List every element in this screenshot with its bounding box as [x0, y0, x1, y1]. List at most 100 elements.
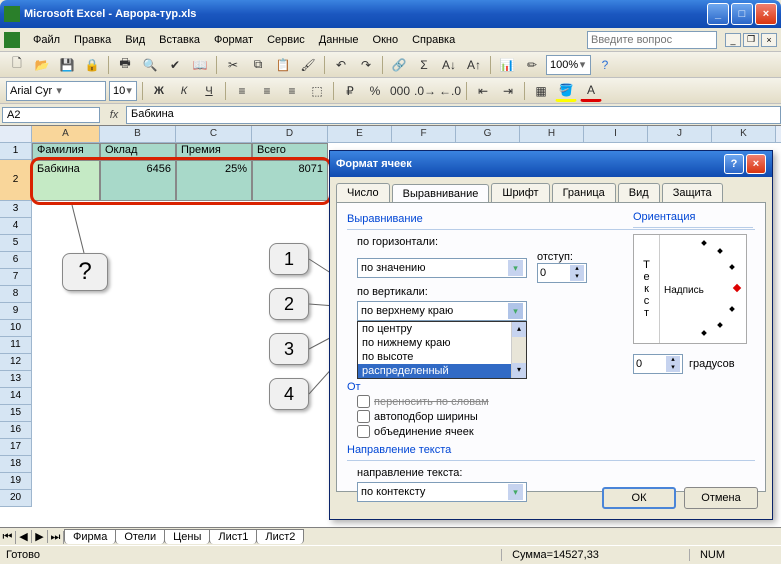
menu-insert[interactable]: Вставка — [152, 32, 207, 48]
autofit-checkbox[interactable] — [357, 410, 370, 423]
copy-button[interactable]: ⧉ — [247, 54, 269, 76]
sheet-tab[interactable]: Отели — [115, 529, 165, 544]
sheet-nav-buttons[interactable]: ⏮◀▶⏭ — [0, 530, 64, 544]
font-size-combo[interactable]: 10▾ — [109, 81, 137, 101]
open-button[interactable]: 📂 — [31, 54, 53, 76]
sort-desc-button[interactable]: A↑ — [463, 54, 485, 76]
italic-button[interactable]: К — [173, 80, 195, 102]
font-color-button[interactable]: A — [580, 80, 602, 102]
help-search-input[interactable] — [587, 31, 717, 49]
dd-item[interactable]: по нижнему краю — [358, 336, 526, 350]
borders-button[interactable]: ▦ — [530, 80, 552, 102]
menu-file[interactable]: Файл — [26, 32, 67, 48]
menu-tools[interactable]: Сервис — [260, 32, 312, 48]
dialog-close-button[interactable]: × — [746, 154, 766, 174]
workbook-restore-button[interactable]: ❐ — [743, 33, 759, 47]
select-all-corner[interactable] — [0, 126, 32, 142]
sheet-tab[interactable]: Цены — [164, 529, 210, 544]
cell-d1[interactable]: Всего — [252, 143, 328, 160]
cell-b1[interactable]: Оклад — [100, 143, 176, 160]
cell-a2[interactable]: Бабкина — [32, 160, 100, 201]
orientation-vertical-text[interactable]: Текст — [634, 235, 660, 343]
row-header-3[interactable]: 3 — [0, 201, 32, 218]
col-header-a[interactable]: A — [32, 126, 100, 142]
align-left-button[interactable]: ≡ — [231, 80, 253, 102]
menu-window[interactable]: Окно — [366, 32, 406, 48]
align-right-button[interactable]: ≡ — [281, 80, 303, 102]
row-header-7[interactable]: 7 — [0, 269, 32, 286]
print-button[interactable]: 🖶 — [114, 54, 136, 76]
horizontal-align-select[interactable]: по значению▾ — [357, 258, 527, 278]
tab-view[interactable]: Вид — [618, 183, 660, 202]
row-header-15[interactable]: 15 — [0, 405, 32, 422]
zoom-combo[interactable]: 100%▾ — [546, 55, 591, 75]
sort-asc-button[interactable]: A↓ — [438, 54, 460, 76]
vertical-align-select[interactable]: по верхнему краю▾ — [357, 301, 527, 321]
col-header-d[interactable]: D — [252, 126, 328, 142]
orientation-dial[interactable]: Надпись — [660, 235, 746, 343]
cut-button[interactable]: ✂ — [222, 54, 244, 76]
close-button[interactable]: × — [755, 3, 777, 25]
tab-font[interactable]: Шрифт — [491, 183, 549, 202]
cell-b2[interactable]: 6456 — [100, 160, 176, 201]
dd-item[interactable]: распределенный — [358, 364, 526, 378]
dialog-help-button[interactable]: ? — [724, 154, 744, 174]
wrap-text-checkbox[interactable] — [357, 395, 370, 408]
row-header-11[interactable]: 11 — [0, 337, 32, 354]
fill-color-button[interactable]: 🪣 — [555, 80, 577, 102]
menu-edit[interactable]: Правка — [67, 32, 118, 48]
merge-center-button[interactable]: ⬚ — [306, 80, 328, 102]
tab-alignment[interactable]: Выравнивание — [392, 184, 490, 203]
col-header-b[interactable]: B — [100, 126, 176, 142]
hyperlink-button[interactable]: 🔗 — [388, 54, 410, 76]
name-box[interactable]: A2 — [2, 107, 100, 123]
row-header-19[interactable]: 19 — [0, 473, 32, 490]
dialog-titlebar[interactable]: Формат ячеек ? × — [330, 151, 772, 177]
percent-button[interactable]: % — [364, 80, 386, 102]
col-header-i[interactable]: I — [584, 126, 648, 142]
merge-cells-checkbox[interactable] — [357, 425, 370, 438]
cell-c2[interactable]: 25% — [176, 160, 252, 201]
dd-item[interactable]: по высоте — [358, 350, 526, 364]
help-button[interactable]: ? — [594, 54, 616, 76]
row-header-10[interactable]: 10 — [0, 320, 32, 337]
row-header-17[interactable]: 17 — [0, 439, 32, 456]
cell-a1[interactable]: Фамилия — [32, 143, 100, 160]
fx-icon[interactable]: fx — [102, 109, 126, 121]
drawing-button[interactable]: ✏ — [521, 54, 543, 76]
save-button[interactable]: 💾 — [56, 54, 78, 76]
workbook-close-button[interactable]: × — [761, 33, 777, 47]
indent-spinner[interactable]: 0▴▾ — [537, 263, 587, 283]
workbook-minimize-button[interactable]: _ — [725, 33, 741, 47]
row-header-1[interactable]: 1 — [0, 143, 32, 160]
degrees-spinner[interactable]: 0▴▾ — [633, 354, 683, 374]
row-header-12[interactable]: 12 — [0, 354, 32, 371]
orientation-panel[interactable]: Текст Надпись — [633, 234, 747, 344]
comma-button[interactable]: 000 — [389, 80, 411, 102]
row-header-16[interactable]: 16 — [0, 422, 32, 439]
menu-view[interactable]: Вид — [118, 32, 152, 48]
increase-decimal-button[interactable]: .0→ — [414, 80, 436, 102]
research-button[interactable]: 📖 — [189, 54, 211, 76]
align-center-button[interactable]: ≡ — [256, 80, 278, 102]
currency-button[interactable]: ₽ — [339, 80, 361, 102]
tab-number[interactable]: Число — [336, 183, 390, 202]
underline-button[interactable]: Ч — [198, 80, 220, 102]
preview-button[interactable]: 🔍 — [139, 54, 161, 76]
maximize-button[interactable]: □ — [731, 3, 753, 25]
font-name-combo[interactable]: Arial Cyr▾ — [6, 81, 106, 101]
col-header-k[interactable]: K — [712, 126, 776, 142]
vertical-align-dropdown[interactable]: по центру по нижнему краю по высоте расп… — [357, 321, 527, 379]
ok-button[interactable]: ОК — [602, 487, 676, 509]
permission-button[interactable]: 🔒 — [81, 54, 103, 76]
undo-button[interactable]: ↶ — [330, 54, 352, 76]
autosum-button[interactable]: Σ — [413, 54, 435, 76]
row-header-2[interactable]: 2 — [0, 160, 32, 201]
tab-protection[interactable]: Защита — [662, 183, 723, 202]
menu-format[interactable]: Формат — [207, 32, 260, 48]
formula-input[interactable]: Бабкина — [126, 106, 781, 124]
format-painter-button[interactable]: 🖌 — [297, 54, 319, 76]
new-button[interactable]: 🗋 — [6, 54, 28, 76]
increase-indent-button[interactable]: ⇥ — [497, 80, 519, 102]
sheet-tab[interactable]: Лист1 — [209, 529, 257, 544]
